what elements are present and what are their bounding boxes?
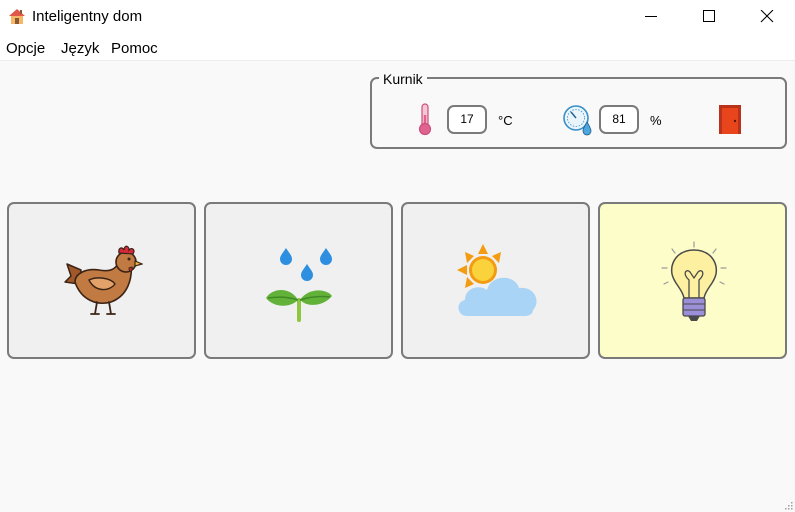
close-button[interactable]	[738, 0, 795, 34]
chicken-icon	[64, 245, 143, 315]
light-tile[interactable]	[598, 202, 787, 359]
menu-help[interactable]: Pomoc	[111, 40, 158, 57]
weather-icon	[457, 244, 537, 316]
maximize-icon	[703, 10, 715, 22]
weather-tile[interactable]	[401, 202, 590, 359]
thermometer-icon	[418, 103, 432, 136]
menu-bar: Opcje Język Pomoc	[0, 34, 795, 61]
temperature-value: 17	[447, 105, 487, 134]
maximize-button[interactable]	[680, 0, 738, 34]
menu-options[interactable]: Opcje	[6, 40, 45, 57]
coop-group-title: Kurnik	[379, 71, 427, 87]
humidity-unit: %	[650, 113, 662, 128]
title-bar: Inteligentny dom	[0, 0, 795, 34]
humidity-gauge-icon	[563, 105, 592, 136]
door-icon[interactable]	[719, 105, 741, 134]
window-title: Inteligentny dom	[32, 8, 143, 25]
chickens-tile[interactable]	[7, 202, 196, 359]
light-bulb-icon	[661, 241, 727, 321]
minimize-icon	[645, 16, 657, 17]
watering-tile[interactable]	[204, 202, 393, 359]
resize-grip-icon[interactable]	[783, 500, 793, 510]
minimize-button[interactable]	[622, 0, 680, 34]
plant-watering-icon	[266, 248, 332, 322]
menu-language[interactable]: Język	[61, 40, 99, 57]
humidity-value: 81	[599, 105, 639, 134]
house-icon	[9, 9, 25, 24]
close-icon	[760, 10, 774, 23]
temperature-unit: °C	[498, 113, 513, 128]
